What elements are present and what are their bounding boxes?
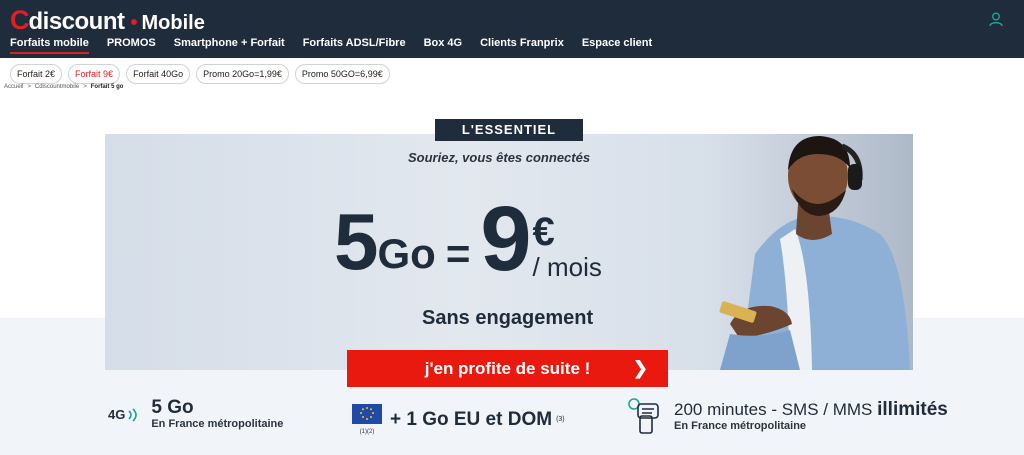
data-amount: 5 bbox=[334, 197, 378, 286]
feature-eu-data: (1)(2) + 1 Go EU et DOM (3) bbox=[352, 404, 565, 435]
cta-label: j'en profite de suite ! bbox=[424, 358, 591, 378]
breadcrumb-current: Forfait 5 go bbox=[90, 84, 124, 90]
offer-badge: L'ESSENTIEL bbox=[435, 119, 583, 141]
data-region: En France métropolitaine bbox=[151, 418, 284, 430]
nav-promos[interactable]: PROMOS bbox=[107, 37, 156, 54]
eu-flag-caption: (1)(2) bbox=[359, 429, 375, 435]
eu-footnote: (3) bbox=[556, 416, 565, 423]
chevron-right-icon: ❯ bbox=[632, 358, 648, 378]
network-4g-label: 4G bbox=[108, 407, 126, 422]
subscribe-cta-button[interactable]: j'en profite de suite ! ❯ bbox=[347, 350, 668, 387]
chip-forfait-40go[interactable]: Forfait 40Go bbox=[126, 64, 191, 84]
feature-voice-sms: 200 minutes - SMS / MMS illimités En Fra… bbox=[626, 398, 948, 434]
feature-data: 4G 5 Go En France métropolitaine bbox=[108, 398, 283, 431]
signal-waves-icon bbox=[128, 407, 138, 422]
eu-data-allowance: + 1 Go EU et DOM bbox=[390, 408, 553, 430]
logo-c: C bbox=[10, 5, 29, 35]
logo-mobile: Mobile bbox=[141, 12, 205, 34]
price-currency: € bbox=[532, 210, 555, 254]
price-period: / mois bbox=[532, 252, 602, 282]
phone-chat-icon bbox=[628, 398, 659, 434]
commitment-text: Sans engagement bbox=[422, 307, 594, 329]
price-headline: 5 Go = 9 € / mois bbox=[334, 188, 602, 290]
data-allowance: 5 Go bbox=[151, 397, 194, 418]
nav-forfaits-adsl-fibre[interactable]: Forfaits ADSL/Fibre bbox=[303, 37, 406, 54]
chip-promo-50go[interactable]: Promo 50GO=6,99€ bbox=[294, 64, 390, 84]
breadcrumb-separator: > bbox=[27, 84, 31, 90]
nav-forfaits-mobile[interactable]: Forfaits mobile bbox=[10, 37, 89, 54]
nav-box-4g[interactable]: Box 4G bbox=[424, 37, 463, 54]
voice-unlimited: illimités bbox=[877, 398, 948, 420]
offer-chips: Forfait 2€ Forfait 9€ Forfait 40Go Promo… bbox=[10, 64, 390, 84]
chip-forfait-9[interactable]: Forfait 9€ bbox=[68, 64, 121, 84]
data-unit: Go bbox=[377, 230, 436, 277]
chip-promo-20go[interactable]: Promo 20Go=1,99€ bbox=[196, 64, 289, 84]
price-value: 9 bbox=[480, 188, 531, 290]
breadcrumb-section[interactable]: Cdiscountmobile bbox=[35, 84, 79, 90]
nav-smartphone-forfait[interactable]: Smartphone + Forfait bbox=[174, 37, 285, 54]
voice-region: En France métropolitaine bbox=[674, 419, 807, 432]
cdiscount-mobile-logo[interactable]: C discount • Mobile bbox=[10, 5, 205, 35]
eu-flag-icon bbox=[352, 404, 382, 424]
chip-forfait-2[interactable]: Forfait 2€ bbox=[10, 64, 63, 84]
equals-sign: = bbox=[445, 230, 471, 277]
smiling-man-with-phone-image bbox=[719, 136, 910, 370]
breadcrumb-home[interactable]: Accueil bbox=[4, 84, 23, 90]
breadcrumb-separator: > bbox=[83, 84, 87, 90]
voice-allowance: 200 minutes - SMS / MMS bbox=[674, 399, 878, 419]
price-suffix: € / mois bbox=[533, 212, 602, 282]
logo-discount: discount bbox=[28, 8, 126, 35]
site-header: C discount • Mobile Forfaits mobile PROM… bbox=[0, 0, 1024, 58]
user-account-icon[interactable] bbox=[989, 12, 1003, 27]
offer-tagline: Souriez, vous êtes connectés bbox=[408, 150, 591, 165]
nav-clients-franprix[interactable]: Clients Franprix bbox=[480, 37, 564, 54]
nav-espace-client[interactable]: Espace client bbox=[582, 37, 652, 54]
breadcrumb: Accueil > Cdiscountmobile > Forfait 5 go bbox=[4, 84, 123, 90]
logo-dot: • bbox=[130, 12, 138, 34]
main-nav: Forfaits mobile PROMOS Smartphone + Forf… bbox=[10, 37, 670, 54]
